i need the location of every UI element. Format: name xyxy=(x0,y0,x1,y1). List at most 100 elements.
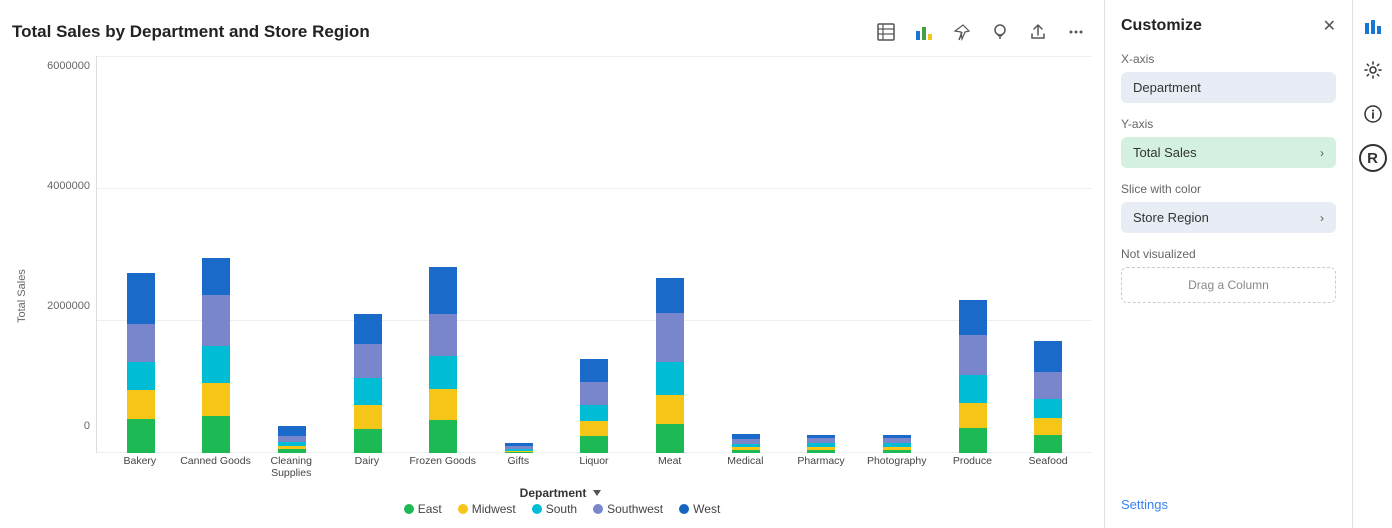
table-view-button[interactable] xyxy=(870,16,902,48)
stacked-bar[interactable] xyxy=(807,435,835,453)
bar-segment xyxy=(883,450,911,453)
bar-segment xyxy=(580,436,608,453)
legend-label: South xyxy=(546,502,577,516)
bar-segment xyxy=(656,313,684,362)
bar-segment xyxy=(127,419,155,453)
bar-segment xyxy=(959,428,987,453)
bar-segment xyxy=(127,324,155,362)
bar-segment xyxy=(1034,399,1062,418)
x-label: Photography xyxy=(861,455,933,480)
y-tick-6m: 6000000 xyxy=(47,60,90,72)
bar-group xyxy=(785,435,857,453)
bar-segment xyxy=(656,424,684,453)
legend-color-dot xyxy=(532,504,542,514)
stacked-bar[interactable] xyxy=(505,443,533,453)
bar-segment xyxy=(429,356,457,389)
chart-with-axes: Total Sales 6000000 4000000 2000000 0 xyxy=(12,56,1092,516)
share-button[interactable] xyxy=(1022,16,1054,48)
right-icon-bar: R xyxy=(1352,0,1392,528)
legend-color-dot xyxy=(679,504,689,514)
bar-group xyxy=(105,273,177,453)
bar-segment xyxy=(202,416,230,453)
close-button[interactable]: ✕ xyxy=(1323,16,1336,36)
bar-segment xyxy=(1034,372,1062,399)
stacked-bar[interactable] xyxy=(656,278,684,453)
drag-column-box[interactable]: Drag a Column xyxy=(1121,267,1336,303)
yaxis-dropdown[interactable]: Total Sales › xyxy=(1121,137,1336,168)
not-visualized-section: Not visualized Drag a Column xyxy=(1121,247,1336,303)
x-label: Medical xyxy=(710,455,782,480)
stacked-bar[interactable] xyxy=(202,258,230,453)
stacked-bar[interactable] xyxy=(883,435,911,453)
bar-segment xyxy=(580,405,608,421)
bar-segment xyxy=(807,450,835,453)
x-label: Liquor xyxy=(558,455,630,480)
stacked-bar[interactable] xyxy=(1034,341,1062,453)
yaxis-label: Y-axis xyxy=(1121,117,1336,131)
legend-color-dot xyxy=(458,504,468,514)
bar-segment xyxy=(354,405,382,429)
slice-dropdown[interactable]: Store Region › xyxy=(1121,202,1336,233)
stacked-bar[interactable] xyxy=(278,426,306,453)
bar-group xyxy=(937,300,1009,453)
y-tick-0: 0 xyxy=(84,420,90,432)
settings-link[interactable]: Settings xyxy=(1121,497,1336,512)
bar-chart-icon[interactable] xyxy=(1359,12,1387,40)
bar-segment xyxy=(959,300,987,335)
x-label: Gifts xyxy=(482,455,554,480)
insight-button[interactable] xyxy=(984,16,1016,48)
bar-segment xyxy=(656,362,684,395)
x-axis-label: Department xyxy=(32,486,1092,500)
legend-items: EastMidwestSouthSouthwestWest xyxy=(32,502,1092,516)
bar-segment xyxy=(354,314,382,344)
bar-segment xyxy=(202,258,230,295)
main-chart-area: Total Sales by Department and Store Regi… xyxy=(0,0,1104,528)
y-axis-and-bars: 6000000 4000000 2000000 0 xyxy=(32,56,1092,480)
stacked-bar[interactable] xyxy=(959,300,987,453)
bars-area xyxy=(96,56,1092,453)
legend-label: Midwest xyxy=(472,502,516,516)
settings-gear-icon[interactable] xyxy=(1359,56,1387,84)
stacked-bar[interactable] xyxy=(429,267,457,453)
bar-segment xyxy=(959,335,987,375)
bar-segment xyxy=(202,295,230,346)
customize-panel-title: Customize xyxy=(1121,17,1202,35)
bar-segment xyxy=(732,450,760,453)
bar-group xyxy=(861,435,933,453)
chart-view-button[interactable] xyxy=(908,16,940,48)
legend-item: Southwest xyxy=(593,502,663,516)
x-label: Meat xyxy=(634,455,706,480)
not-visualized-label: Not visualized xyxy=(1121,247,1336,261)
x-label: Dairy xyxy=(331,455,403,480)
bar-segment xyxy=(354,344,382,378)
bar-segment xyxy=(127,273,155,324)
x-label: Canned Goods xyxy=(180,455,252,480)
r-icon[interactable]: R xyxy=(1359,144,1387,172)
toolbar xyxy=(870,16,1092,48)
bar-group xyxy=(181,258,253,453)
legend-color-dot xyxy=(593,504,603,514)
bar-segment xyxy=(580,421,608,436)
pin-button[interactable] xyxy=(946,16,978,48)
stacked-bar[interactable] xyxy=(732,434,760,453)
xaxis-dropdown[interactable]: Department xyxy=(1121,72,1336,103)
customize-header: Customize ✕ xyxy=(1121,16,1336,36)
bar-segment xyxy=(278,426,306,436)
bar-segment xyxy=(202,346,230,383)
bars-container: BakeryCanned GoodsCleaning SuppliesDairy… xyxy=(96,56,1092,480)
xaxis-label: X-axis xyxy=(1121,52,1336,66)
bar-segment xyxy=(959,403,987,428)
more-button[interactable] xyxy=(1060,16,1092,48)
chart-inner: 6000000 4000000 2000000 0 xyxy=(32,56,1092,516)
legend-label: West xyxy=(693,502,720,516)
stacked-bar[interactable] xyxy=(580,359,608,453)
x-labels: BakeryCanned GoodsCleaning SuppliesDairy… xyxy=(96,455,1092,480)
chart-header: Total Sales by Department and Store Regi… xyxy=(12,16,1092,48)
legend-item: South xyxy=(532,502,577,516)
stacked-bar[interactable] xyxy=(354,314,382,453)
stacked-bar[interactable] xyxy=(127,273,155,453)
customize-panel: Customize ✕ X-axis Department Y-axis Tot… xyxy=(1104,0,1352,528)
bar-group xyxy=(1012,341,1084,453)
x-label: Frozen Goods xyxy=(407,455,479,480)
info-icon[interactable] xyxy=(1359,100,1387,128)
